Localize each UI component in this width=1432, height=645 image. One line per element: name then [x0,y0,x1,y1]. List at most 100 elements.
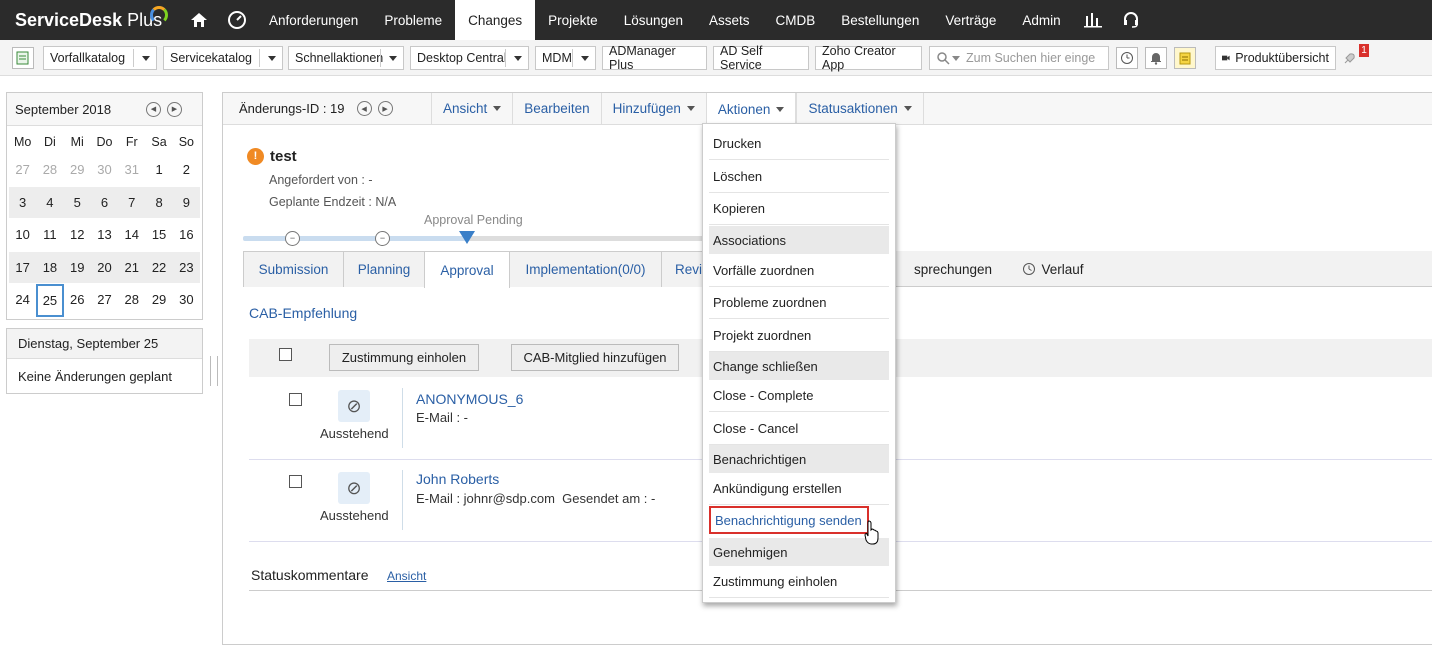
calendar-day[interactable]: 24 [9,284,37,317]
calendar-day[interactable]: 12 [63,219,91,252]
menu-item-probleme-zuordnen[interactable]: Probleme zuordnen [709,287,889,319]
menu-item-benachrichtigung-senden[interactable]: Benachrichtigung senden [709,506,869,534]
nav-bestellungen[interactable]: Bestellungen [828,0,932,40]
zoho-creator-button[interactable]: Zoho Creator App [815,44,922,72]
calendar-day[interactable]: 20 [90,251,119,284]
tab-implementation[interactable]: Implementation(0/0) [509,251,662,287]
new-request-icon[interactable] [12,47,34,69]
search-input[interactable]: Zum Suchen hier einge [929,46,1109,70]
menu-item-zustimmung-einholen[interactable]: Zustimmung einholen [709,566,889,598]
tab-approval[interactable]: Approval [424,251,510,288]
calendar-day[interactable]: 31 [118,154,146,187]
calendar-day[interactable]: 15 [145,219,173,252]
prev-month-icon[interactable]: ◀ [146,101,161,117]
row-checkbox[interactable] [289,393,302,406]
home-icon[interactable] [180,0,218,40]
calendar-day[interactable]: 16 [172,219,200,252]
adselfservice-button[interactable]: AD Self Service [713,44,809,72]
nav-changes[interactable]: Changes [455,0,536,40]
nav-cmdb[interactable]: CMDB [763,0,829,40]
app-logo[interactable]: ServiceDesk Plus [0,0,180,40]
hinzufuegen-button[interactable]: Hinzufügen [600,92,706,125]
calendar-day[interactable]: 23 [172,251,200,284]
member-name-link[interactable]: ANONYMOUS_6 [416,391,523,407]
nav-projekte[interactable]: Projekte [535,0,611,40]
menu-item-loeschen[interactable]: Löschen [709,161,889,193]
add-cab-member-button[interactable]: CAB-Mitglied hinzufügen [511,344,679,371]
menu-item-drucken[interactable]: Drucken [709,128,889,160]
tab-verlauf[interactable]: Verlauf [1018,251,1088,287]
row-checkbox[interactable] [289,475,302,488]
calendar-day[interactable]: 7 [118,186,146,219]
schnellaktionen-dropdown[interactable]: Schnellaktionen [288,46,404,70]
notes-clipboard-icon[interactable] [1174,47,1196,69]
aktionen-button[interactable]: Aktionen [705,92,797,126]
nav-anforderungen[interactable]: Anforderungen [256,0,371,40]
calendar-day[interactable]: 17 [9,251,37,284]
status-comments-view-link[interactable]: Ansicht [387,569,426,583]
next-month-icon[interactable]: ▶ [167,101,182,117]
dashboard-gauge-icon[interactable] [218,0,256,40]
member-name-link[interactable]: John Roberts [416,471,499,487]
stage-knob-planning-icon[interactable]: − [375,231,390,246]
admanager-button[interactable]: ADManager Plus [602,44,707,72]
calendar-day[interactable]: 22 [145,251,173,284]
calendar-day[interactable]: 5 [63,186,91,219]
calendar-day[interactable]: 9 [172,186,200,219]
rocket-icon[interactable] [1342,52,1356,69]
bell-icon[interactable] [1145,47,1167,69]
desktop-central-dropdown[interactable]: Desktop Central [410,46,529,70]
prev-change-icon[interactable]: ◀ [356,101,372,116]
menu-item-ankuendigung-erstellen[interactable]: Ankündigung erstellen [709,473,889,505]
nav-admin[interactable]: Admin [1009,0,1073,40]
support-headset-icon[interactable] [1112,0,1150,40]
calendar-day[interactable]: 28 [36,154,64,187]
calendar-day[interactable]: 21 [118,251,146,284]
statusaktionen-button[interactable]: Statusaktionen [796,92,924,125]
calendar-day[interactable]: 11 [36,219,64,252]
calendar-day[interactable]: 4 [36,186,64,219]
menu-item-close-complete[interactable]: Close - Complete [709,380,889,412]
calendar-day[interactable]: 13 [90,219,119,252]
tab-planning[interactable]: Planning [343,251,425,287]
menu-item-vorfaelle-zuordnen[interactable]: Vorfälle zuordnen [709,255,889,287]
mdm-dropdown[interactable]: MDM [535,46,596,70]
calendar-day[interactable]: 30 [172,284,200,317]
calendar-day[interactable]: 19 [63,251,91,284]
bearbeiten-button[interactable]: Bearbeiten [512,92,600,125]
reports-chart-icon[interactable] [1074,0,1112,40]
calendar-day[interactable]: 2 [172,154,200,187]
menu-item-kopieren[interactable]: Kopieren [709,193,889,225]
clock-reminder-icon[interactable] [1116,47,1138,69]
menu-item-projekt-zuordnen[interactable]: Projekt zuordnen [709,320,889,352]
calendar-day[interactable]: 28 [118,284,146,317]
calendar-day[interactable]: 27 [90,284,119,317]
next-change-icon[interactable]: ▶ [377,101,393,116]
calendar-day[interactable]: 8 [145,186,173,219]
calendar-day[interactable]: 26 [63,284,91,317]
select-all-checkbox[interactable] [279,348,292,361]
servicekatalog-dropdown[interactable]: Servicekatalog [163,46,283,70]
calendar-day[interactable]: 27 [9,154,37,187]
calendar-day[interactable]: 3 [9,186,37,219]
nav-probleme[interactable]: Probleme [371,0,455,40]
calendar-day[interactable]: 6 [90,186,119,219]
calendar-day[interactable]: 10 [9,219,37,252]
stage-knob-submission-icon[interactable]: − [285,231,300,246]
calendar-day[interactable]: 29 [63,154,91,187]
calendar-day[interactable]: 1 [145,154,173,187]
panel-splitter-handle[interactable] [210,356,218,386]
nav-assets[interactable]: Assets [696,0,763,40]
request-approval-button[interactable]: Zustimmung einholen [329,344,479,371]
calendar-day[interactable]: 25 [36,284,64,317]
nav-loesungen[interactable]: Lösungen [611,0,696,40]
menu-item-close-cancel[interactable]: Close - Cancel [709,413,889,445]
calendar-day[interactable]: 29 [145,284,173,317]
calendar-day[interactable]: 14 [118,219,146,252]
vorfallkatalog-dropdown[interactable]: Vorfallkatalog [43,46,157,70]
tab-submission[interactable]: Submission [243,251,344,287]
tab-besprechungen[interactable]: sprechungen [903,251,1003,287]
nav-vertraege[interactable]: Verträge [932,0,1009,40]
produktuebersicht-button[interactable]: Produktübersicht [1215,46,1336,70]
calendar-day[interactable]: 30 [90,154,119,187]
